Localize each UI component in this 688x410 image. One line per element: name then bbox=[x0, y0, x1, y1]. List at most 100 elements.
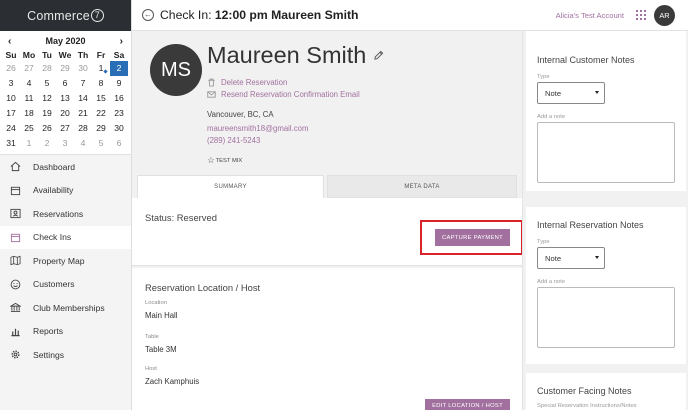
sidebar-item-label: Dashboard bbox=[33, 161, 76, 172]
calendar-day[interactable]: 3 bbox=[2, 76, 20, 91]
sidebar-item-label: Customers bbox=[33, 279, 75, 290]
sidebar-item-club-memberships[interactable]: Club Memberships bbox=[0, 296, 131, 320]
special-instructions-label: Special Reservation Instructions/Notes bbox=[537, 403, 637, 409]
edit-location-host-button[interactable]: EDIT LOCATION / HOST bbox=[425, 399, 510, 410]
calendar-day[interactable]: 30 bbox=[74, 61, 92, 76]
calendar-day[interactable]: 11 bbox=[20, 91, 38, 106]
top-header: ← Check In: 12:00 pm Maureen Smith Alici… bbox=[132, 0, 688, 31]
calendar-day[interactable]: 1 bbox=[92, 61, 110, 76]
calendar-day[interactable]: 14 bbox=[74, 91, 92, 106]
note-type-select[interactable]: Note bbox=[537, 247, 605, 269]
caret-down-icon bbox=[595, 256, 599, 259]
page-title: Check In: 12:00 pm Maureen Smith bbox=[160, 8, 358, 22]
add-note-label: Add a note bbox=[537, 279, 566, 285]
calendar-month-label: May 2020 bbox=[45, 36, 86, 46]
calendar-day[interactable]: 6 bbox=[110, 136, 128, 151]
sidebar-item-availability[interactable]: Availability bbox=[0, 179, 131, 203]
calendar-day[interactable]: 1 bbox=[20, 136, 38, 151]
note-type-select[interactable]: Note bbox=[537, 82, 605, 104]
calendar-day[interactable]: 29 bbox=[92, 121, 110, 136]
resend-confirmation-label: Resend Reservation Confirmation Email bbox=[221, 90, 360, 99]
calendar-weekday: Su bbox=[5, 50, 17, 60]
calendar-day[interactable]: 28 bbox=[74, 121, 92, 136]
add-note-label: Add a note bbox=[537, 114, 566, 120]
internal-reservation-notes-title: Internal Reservation Notes bbox=[537, 220, 644, 230]
calendar-day[interactable]: 9 bbox=[110, 76, 128, 91]
calendar-day[interactable]: 2 bbox=[38, 136, 56, 151]
user-avatar[interactable]: AR bbox=[654, 5, 675, 26]
page-title-main: 12:00 pm Maureen Smith bbox=[214, 8, 359, 22]
calendar-day[interactable]: 13 bbox=[56, 91, 74, 106]
sidebar-item-label: Club Memberships bbox=[33, 302, 105, 313]
calendar-day[interactable]: 30 bbox=[110, 121, 128, 136]
calendar-day[interactable]: 8 bbox=[92, 76, 110, 91]
calendar-day[interactable]: 27 bbox=[20, 61, 38, 76]
resend-confirmation-link[interactable]: Resend Reservation Confirmation Email bbox=[207, 90, 360, 99]
calendar-day[interactable]: 18 bbox=[20, 106, 38, 121]
sidebar-item-customers[interactable]: Customers bbox=[0, 273, 131, 297]
reservation-status: Status: Reserved bbox=[145, 212, 217, 223]
calendar-day[interactable]: 26 bbox=[2, 61, 20, 76]
tab-meta-data[interactable]: META DATA bbox=[327, 175, 517, 198]
calendar-day[interactable]: 4 bbox=[74, 136, 92, 151]
account-switcher[interactable]: Alicia's Test Account bbox=[556, 11, 624, 20]
calendar-day[interactable]: 7 bbox=[74, 76, 92, 91]
calendar-weekday: Th bbox=[77, 50, 89, 60]
calendar-day[interactable]: 23 bbox=[110, 106, 128, 121]
sidebar-item-settings[interactable]: Settings bbox=[0, 343, 131, 367]
calendar-day[interactable]: 21 bbox=[74, 106, 92, 121]
sidebar-item-reservations[interactable]: Reservations bbox=[0, 202, 131, 226]
calendar-day[interactable]: 17 bbox=[2, 106, 20, 121]
customer-phone[interactable]: (289) 241-5243 bbox=[207, 136, 260, 145]
calendar-day[interactable]: 22 bbox=[92, 106, 110, 121]
calendar-weekday: Sa bbox=[113, 50, 125, 60]
calendar-day[interactable]: 27 bbox=[56, 121, 74, 136]
calendar-day[interactable]: 24 bbox=[2, 121, 20, 136]
table-value: Table 3M bbox=[145, 345, 177, 354]
customer-email[interactable]: maureensmith18@gmail.com bbox=[207, 124, 309, 133]
calendar-grid: Su Mo Tu We Th Fr Sa 26 27 28 29 30 1 2 … bbox=[2, 49, 129, 151]
internal-reservation-note-input[interactable] bbox=[537, 287, 675, 348]
sidebar-item-dashboard[interactable]: Dashboard bbox=[0, 155, 131, 179]
location-value: Main Hall bbox=[145, 311, 178, 320]
calendar-next-button[interactable]: › bbox=[120, 36, 123, 47]
calendar-day[interactable]: 20 bbox=[56, 106, 74, 121]
delete-reservation-link[interactable]: Delete Reservation bbox=[207, 78, 287, 87]
delete-reservation-label: Delete Reservation bbox=[221, 78, 288, 87]
calendar-day[interactable]: 19 bbox=[38, 106, 56, 121]
note-type-label: Type bbox=[537, 239, 550, 245]
capture-payment-button[interactable]: CAPTURE PAYMENT bbox=[435, 229, 510, 246]
sidebar: Commerce 7 ‹ May 2020 › Su Mo Tu We Th Fr… bbox=[0, 0, 132, 410]
calendar-day[interactable]: 4 bbox=[20, 76, 38, 91]
calendar-day[interactable]: 25 bbox=[20, 121, 38, 136]
calendar-day[interactable]: 10 bbox=[2, 91, 20, 106]
brand-logo[interactable]: Commerce 7 bbox=[0, 0, 131, 31]
tab-summary[interactable]: SUMMARY bbox=[137, 175, 324, 198]
calendar-day[interactable]: 15 bbox=[92, 91, 110, 106]
internal-customer-note-input[interactable] bbox=[537, 122, 675, 183]
apps-grid-icon[interactable] bbox=[636, 10, 646, 20]
sidebar-item-property-map[interactable]: Property Map bbox=[0, 249, 131, 273]
calendar-day-selected[interactable]: 2 bbox=[110, 61, 128, 76]
sidebar-item-check-ins[interactable]: Check Ins bbox=[0, 225, 131, 249]
calendar-prev-button[interactable]: ‹ bbox=[8, 36, 11, 47]
main-content: MS Maureen Smith Delete Reservation Rese… bbox=[132, 31, 523, 410]
calendar-day[interactable]: 16 bbox=[110, 91, 128, 106]
customer-avatar: MS bbox=[150, 44, 202, 96]
status-card: Status: Reserved CAPTURE PAYMENT bbox=[132, 198, 523, 266]
calendar-day[interactable]: 28 bbox=[38, 61, 56, 76]
back-arrow-icon[interactable]: ← bbox=[142, 9, 154, 21]
calendar-day[interactable]: 5 bbox=[38, 76, 56, 91]
calendar-day[interactable]: 29 bbox=[56, 61, 74, 76]
map-icon bbox=[9, 255, 21, 267]
calendar-day[interactable]: 3 bbox=[56, 136, 74, 151]
calendar-day[interactable]: 26 bbox=[38, 121, 56, 136]
calendar-day[interactable]: 5 bbox=[92, 136, 110, 151]
pencil-icon[interactable] bbox=[373, 50, 384, 61]
sidebar-item-reports[interactable]: Reports bbox=[0, 320, 131, 344]
calendar-day[interactable]: 12 bbox=[38, 91, 56, 106]
bar-chart-icon bbox=[9, 325, 21, 337]
internal-customer-notes: Internal Customer Notes Type Note Add a … bbox=[526, 31, 686, 191]
calendar-day[interactable]: 6 bbox=[56, 76, 74, 91]
calendar-day[interactable]: 31 bbox=[2, 136, 20, 151]
